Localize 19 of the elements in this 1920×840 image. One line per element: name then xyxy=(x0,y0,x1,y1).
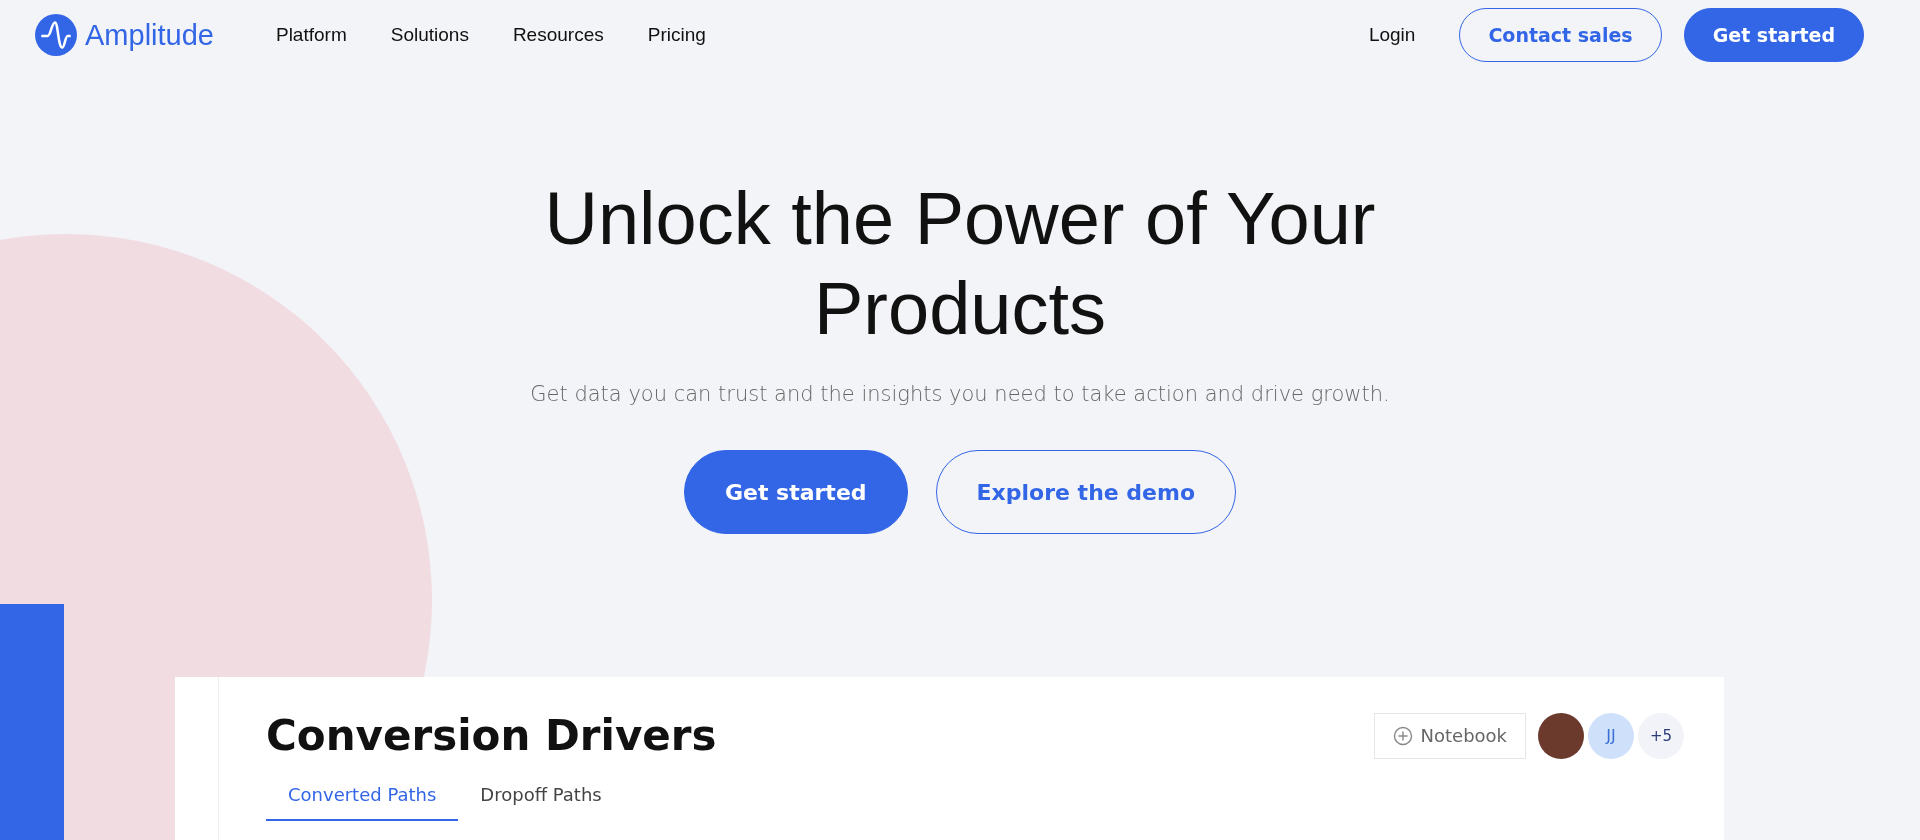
avatar-initials[interactable]: JJ xyxy=(1588,712,1634,759)
hero-subtitle: Get data you can trust and the insights you need to take action and drive growth. xyxy=(529,382,1391,406)
more-users-count[interactable]: +5 xyxy=(1638,712,1684,759)
notebook-button[interactable]: Notebook xyxy=(1373,712,1526,759)
tab[interactable]: Dropoff Paths xyxy=(458,776,624,821)
logo-icon[interactable] xyxy=(35,14,77,56)
get-started-button[interactable]: Get started xyxy=(1683,8,1864,62)
card-title: Conversion Drivers xyxy=(266,711,717,760)
avatar[interactable] xyxy=(1538,712,1584,759)
nav-link[interactable]: Solutions xyxy=(390,24,469,46)
nav-link[interactable]: Platform xyxy=(275,24,347,46)
get-started-button[interactable]: Get started xyxy=(683,450,908,534)
tab[interactable]: Converted Paths xyxy=(266,776,459,821)
hero-title: Unlock the Power of Your Products xyxy=(543,176,1377,352)
plus-icon xyxy=(1392,725,1413,746)
nav-link[interactable]: Pricing xyxy=(647,24,706,46)
login-link[interactable]: Login xyxy=(1368,24,1416,46)
nav-link[interactable]: Resources xyxy=(512,24,604,46)
brand-name[interactable]: Amplitude xyxy=(85,18,214,52)
